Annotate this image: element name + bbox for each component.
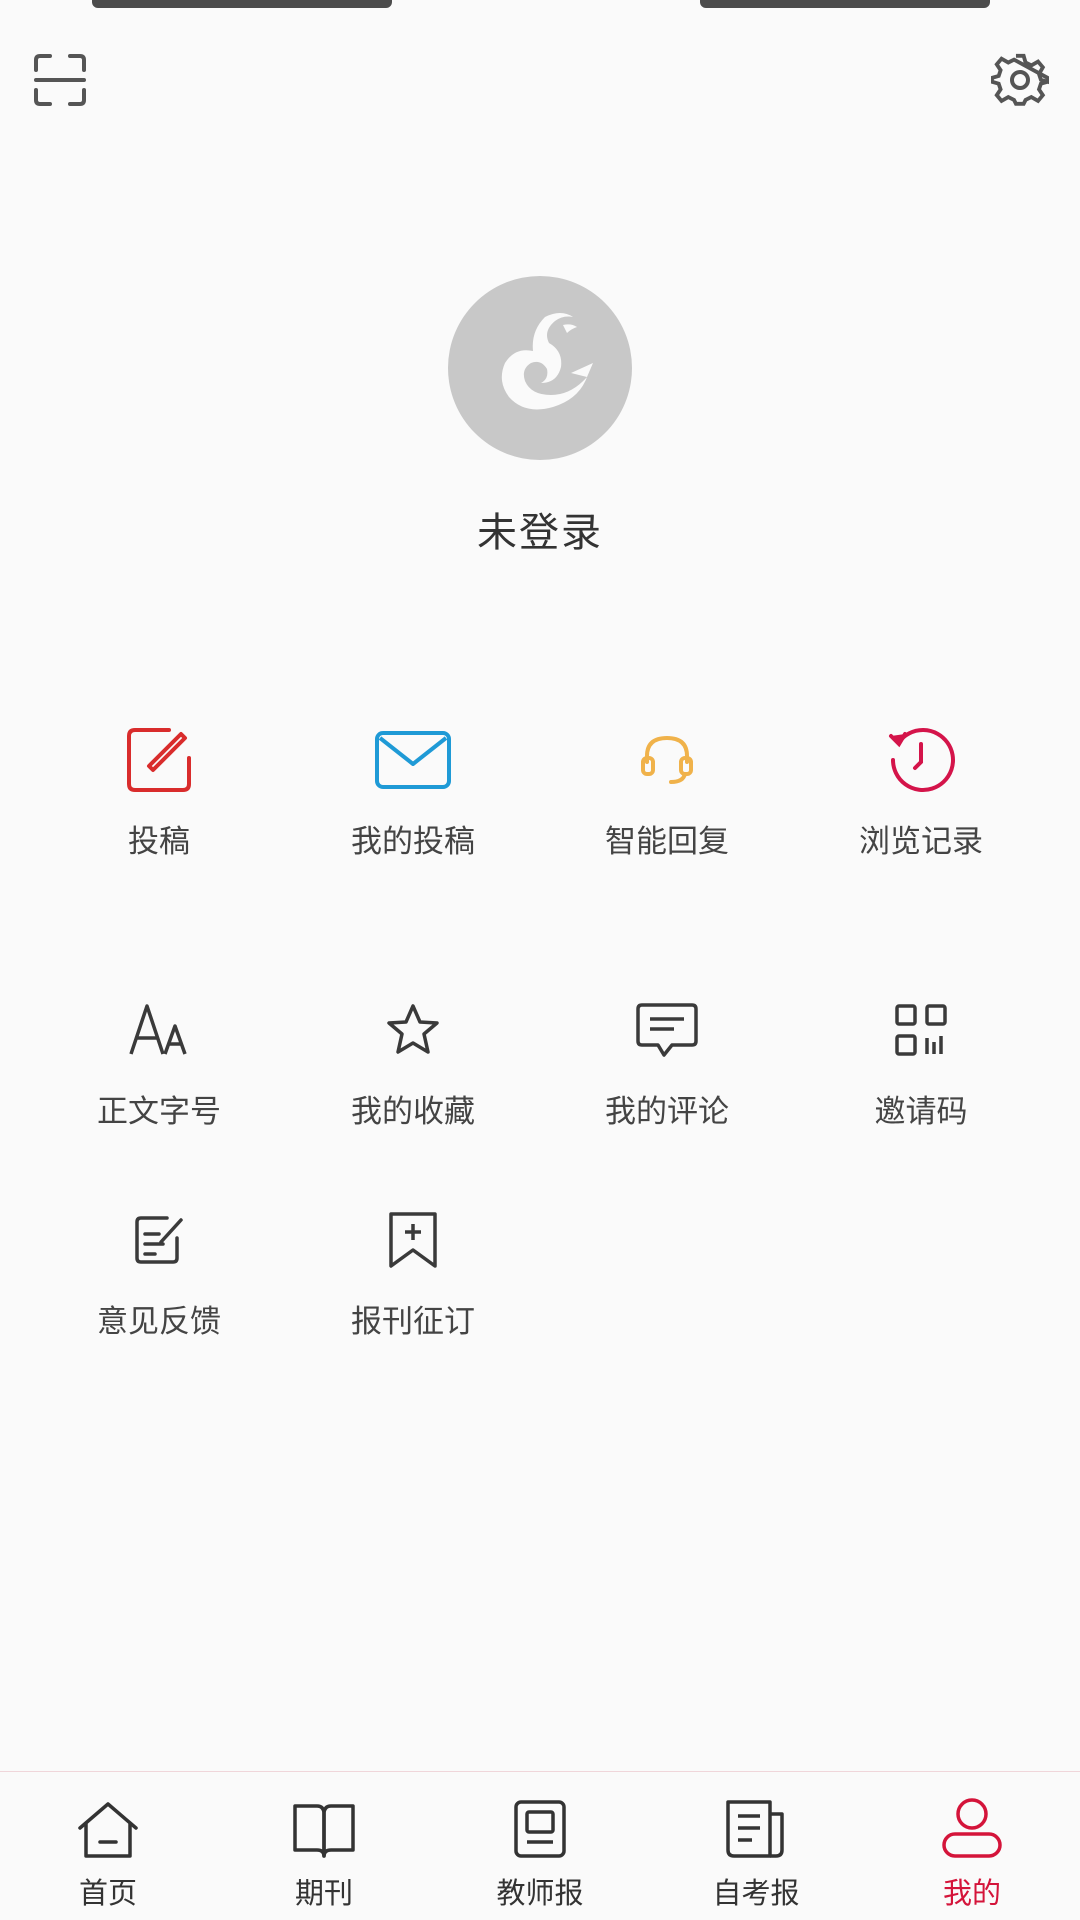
logo-swirl-icon (501, 313, 593, 410)
user-icon (942, 1798, 1002, 1858)
tab-label: 首页 (78, 1876, 137, 1910)
menu-label: 智能回复 (605, 824, 729, 860)
star-icon (387, 1004, 439, 1054)
feedback-icon (135, 1216, 183, 1264)
my-profile-screen: 未登录 投稿 我的投稿 智能回复 浏览记录 正文字号 我的收藏 我的评论 邀请码… (0, 0, 1080, 1920)
tab-journals[interactable]: 期刊 (216, 1772, 432, 1920)
edit-icon (127, 728, 191, 792)
tab-label: 期刊 (294, 1876, 353, 1910)
bookmark-add-icon (389, 1212, 437, 1268)
newspaper-icon (726, 1800, 784, 1858)
menu-label: 浏览记录 (859, 824, 983, 860)
menu-item-favorites[interactable]: 我的收藏 (278, 990, 548, 1131)
login-status-text[interactable]: 未登录 (0, 500, 1080, 558)
menu-label: 报刊征订 (351, 1304, 475, 1340)
profile-section: 未登录 (0, 276, 1080, 558)
book-icon (293, 1804, 355, 1858)
menu-label: 邀请码 (874, 1094, 968, 1130)
home-icon (78, 1802, 138, 1858)
gear-icon (991, 53, 1049, 106)
teacher-newspaper-icon (514, 1800, 566, 1858)
menu-label: 正文字号 (97, 1094, 221, 1130)
menu-label: 我的投稿 (351, 824, 475, 860)
bottom-tab-bar: 首页 期刊 教师报 自考报 我的 (0, 1771, 1080, 1920)
avatar[interactable] (448, 276, 632, 460)
settings-button[interactable] (988, 48, 1052, 112)
tab-label: 教师报 (496, 1876, 584, 1910)
menu-label: 意见反馈 (97, 1304, 221, 1340)
menu-item-my-submissions[interactable]: 我的投稿 (278, 720, 548, 861)
status-bar-remnant-left (92, 0, 392, 8)
mail-icon (375, 731, 451, 789)
font-size-icon (129, 1004, 187, 1055)
comment-icon (636, 1003, 698, 1057)
tab-teacher-newspaper[interactable]: 教师报 (432, 1772, 648, 1920)
qr-code-icon (895, 1004, 947, 1056)
status-bar-remnant-right (700, 0, 990, 8)
menu-item-submit[interactable]: 投稿 (24, 720, 294, 861)
tab-home[interactable]: 首页 (0, 1772, 216, 1920)
headset-icon (641, 735, 693, 784)
menu-item-subscription[interactable]: 报刊征订 (278, 1200, 548, 1341)
tab-label: 我的 (942, 1876, 1001, 1910)
history-icon (889, 728, 955, 792)
menu-label: 投稿 (128, 824, 190, 860)
menu-item-comments[interactable]: 我的评论 (532, 990, 802, 1131)
tab-label: 自考报 (712, 1876, 800, 1910)
tab-mine[interactable]: 我的 (864, 1772, 1080, 1920)
tab-self-exam-newspaper[interactable]: 自考报 (648, 1772, 864, 1920)
menu-item-smart-reply[interactable]: 智能回复 (532, 720, 802, 861)
menu-label: 我的收藏 (351, 1094, 475, 1130)
menu-item-invite-code[interactable]: 邀请码 (786, 990, 1056, 1131)
menu-label: 我的评论 (605, 1094, 729, 1130)
menu-item-feedback[interactable]: 意见反馈 (24, 1200, 294, 1341)
menu-item-history[interactable]: 浏览记录 (786, 720, 1056, 861)
scan-icon (34, 54, 86, 106)
menu-item-font-size[interactable]: 正文字号 (24, 990, 294, 1131)
scan-button[interactable] (28, 48, 92, 112)
